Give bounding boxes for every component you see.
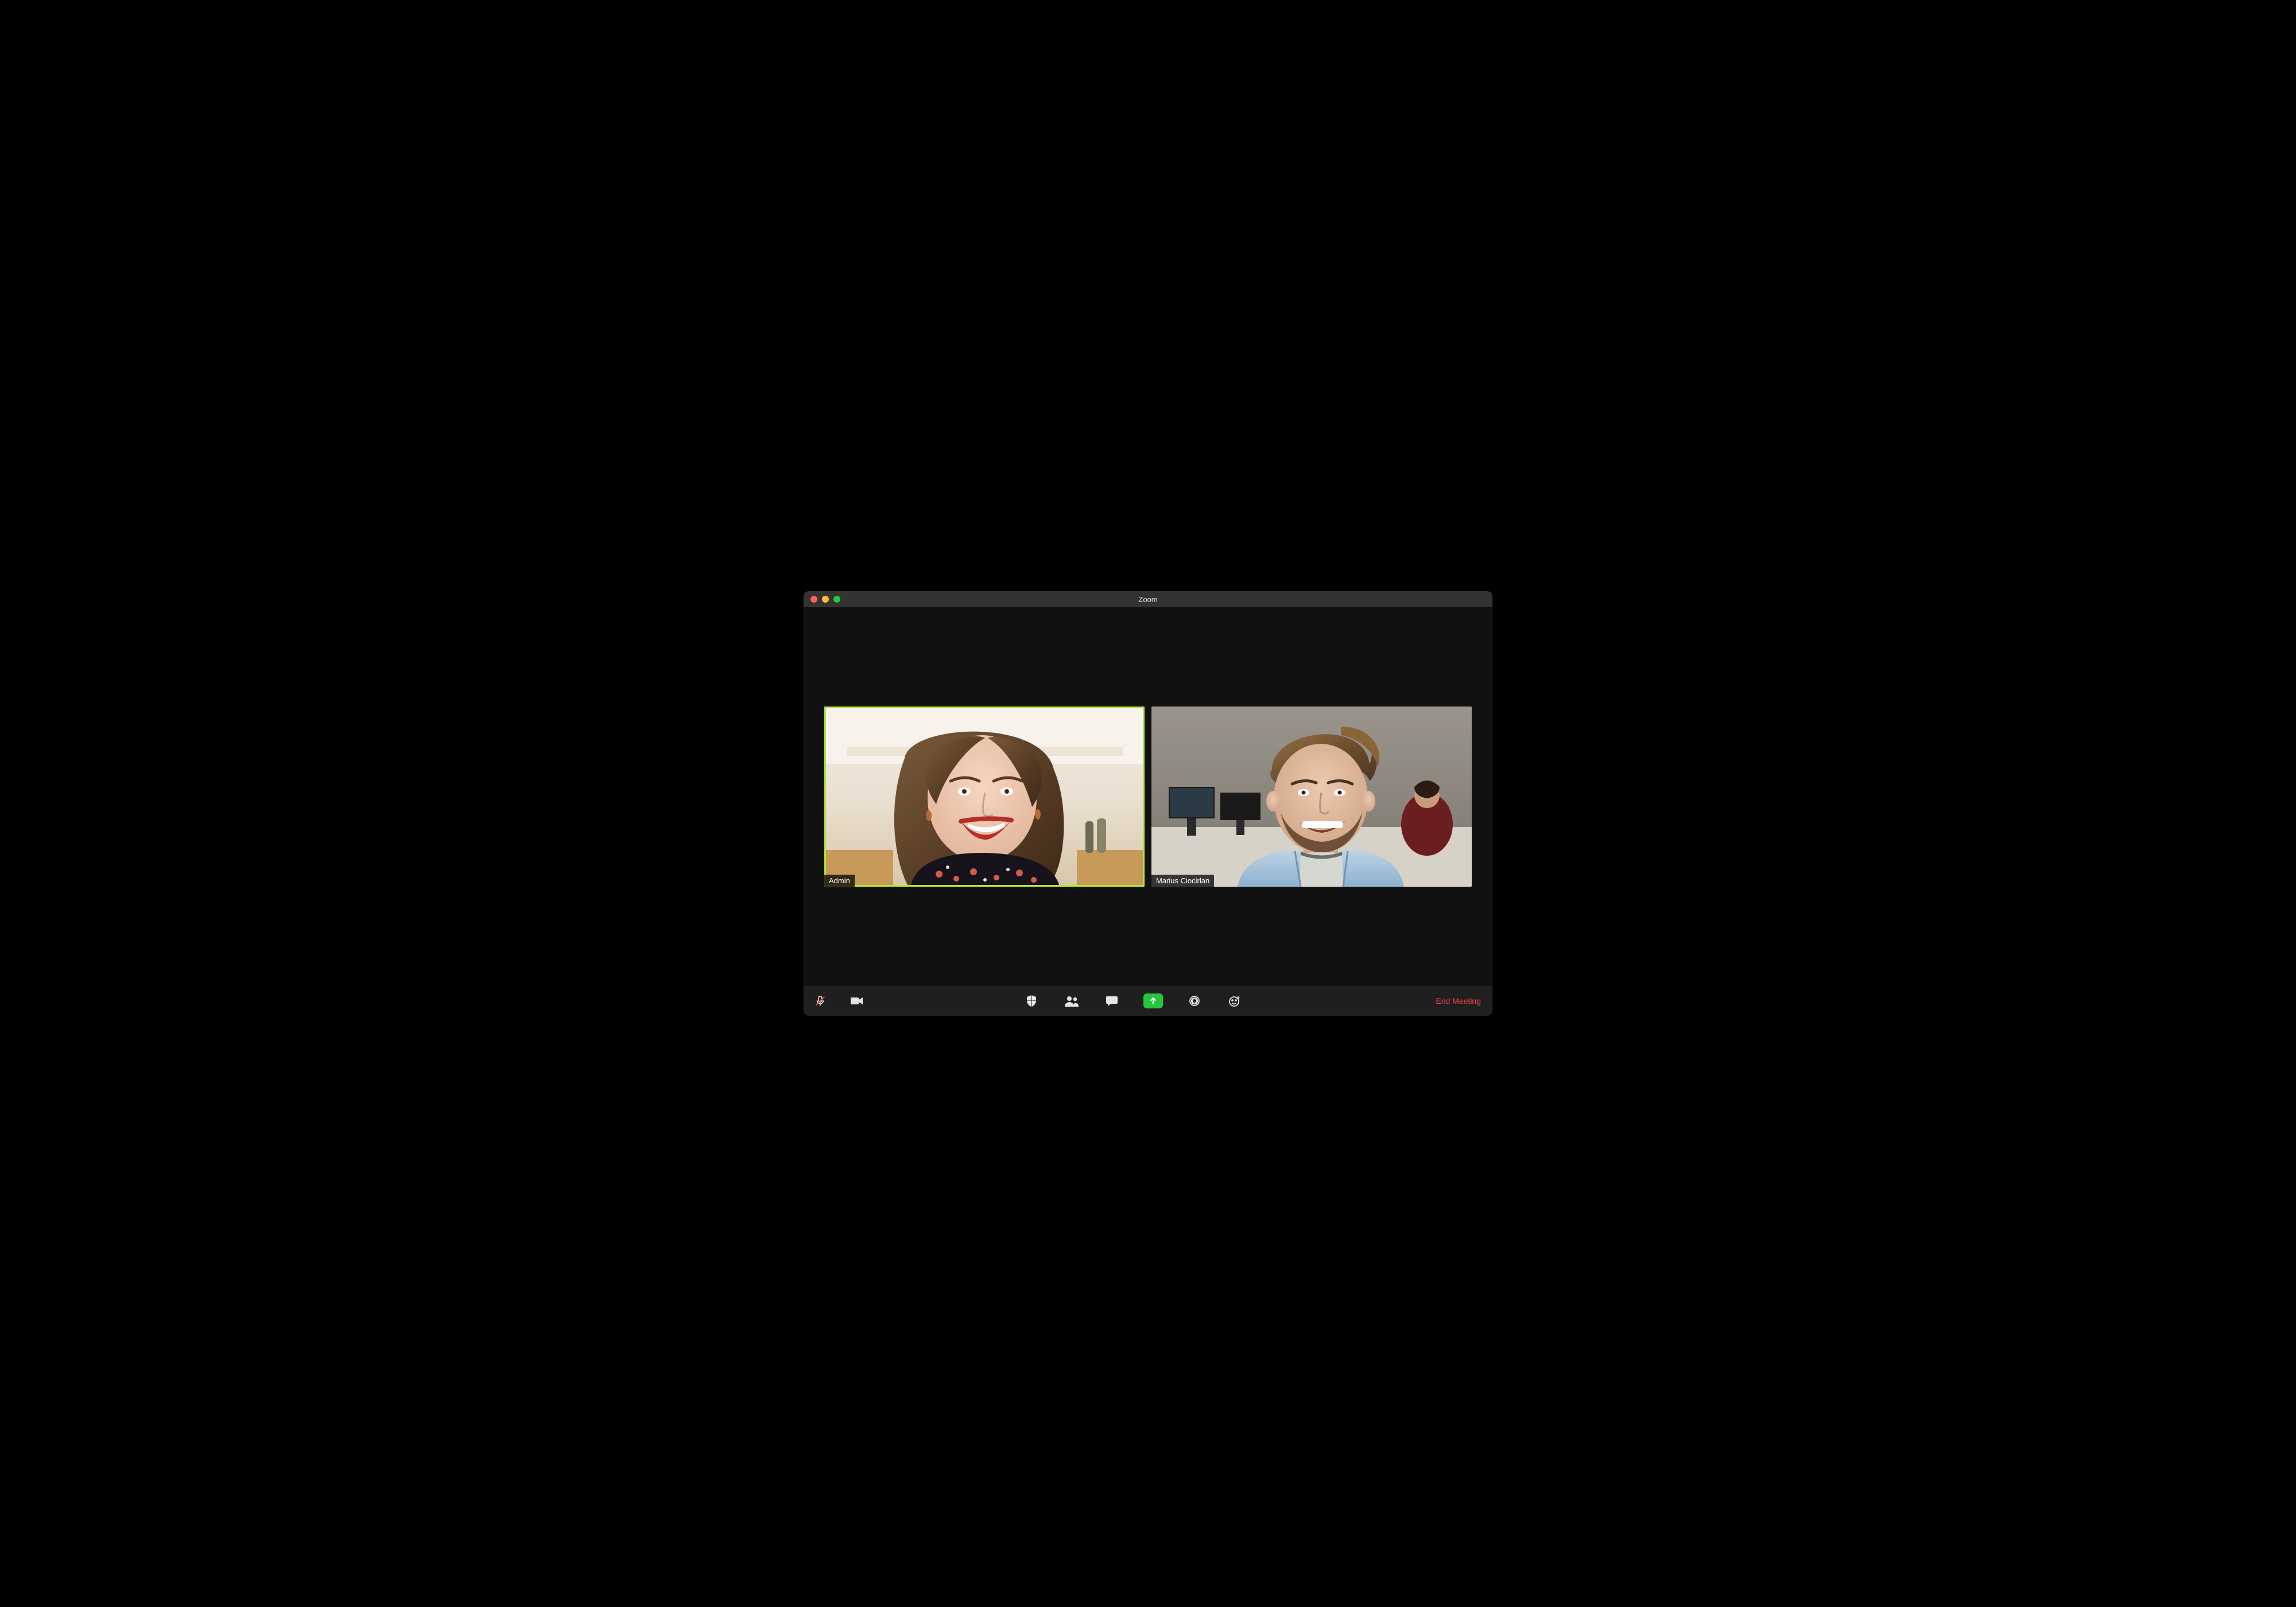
- microphone-muted-icon: [814, 995, 827, 1007]
- traffic-lights: [804, 596, 840, 603]
- share-screen-button[interactable]: [1143, 993, 1163, 1008]
- meeting-toolbar: End Meeting: [804, 986, 1492, 1016]
- record-button[interactable]: [1186, 992, 1203, 1010]
- chat-button[interactable]: [1103, 992, 1120, 1010]
- end-meeting-label: End Meeting: [1436, 996, 1481, 1006]
- video-grid: Admin: [804, 607, 1492, 986]
- window-title: Zoom: [804, 595, 1492, 604]
- participant-name-label: Marius Ciocirlan: [1151, 875, 1214, 887]
- shield-icon: [1026, 995, 1037, 1007]
- maximize-icon[interactable]: [833, 596, 840, 603]
- titlebar[interactable]: Zoom: [804, 591, 1492, 607]
- reactions-button[interactable]: [1226, 992, 1243, 1010]
- record-icon: [1189, 995, 1200, 1007]
- video-feed-marius: [1151, 707, 1472, 887]
- smiley-plus-icon: [1228, 995, 1241, 1007]
- participant-name-label: Admin: [824, 875, 855, 887]
- video-button[interactable]: [848, 992, 866, 1010]
- participants-icon: [1064, 995, 1079, 1007]
- zoom-window: Zoom: [804, 591, 1492, 1016]
- share-arrow-up-icon: [1149, 996, 1158, 1006]
- mute-button[interactable]: [812, 992, 829, 1010]
- end-meeting-button[interactable]: End Meeting: [1432, 992, 1484, 1010]
- video-tile-admin[interactable]: Admin: [824, 707, 1145, 887]
- video-tile-marius[interactable]: Marius Ciocirlan: [1151, 707, 1472, 887]
- chat-bubble-icon: [1106, 995, 1118, 1007]
- participants-button[interactable]: [1063, 992, 1080, 1010]
- close-icon[interactable]: [810, 596, 817, 603]
- minimize-icon[interactable]: [822, 596, 829, 603]
- video-feed-admin: [824, 707, 1145, 887]
- security-button[interactable]: [1023, 992, 1040, 1010]
- video-camera-icon: [850, 995, 864, 1007]
